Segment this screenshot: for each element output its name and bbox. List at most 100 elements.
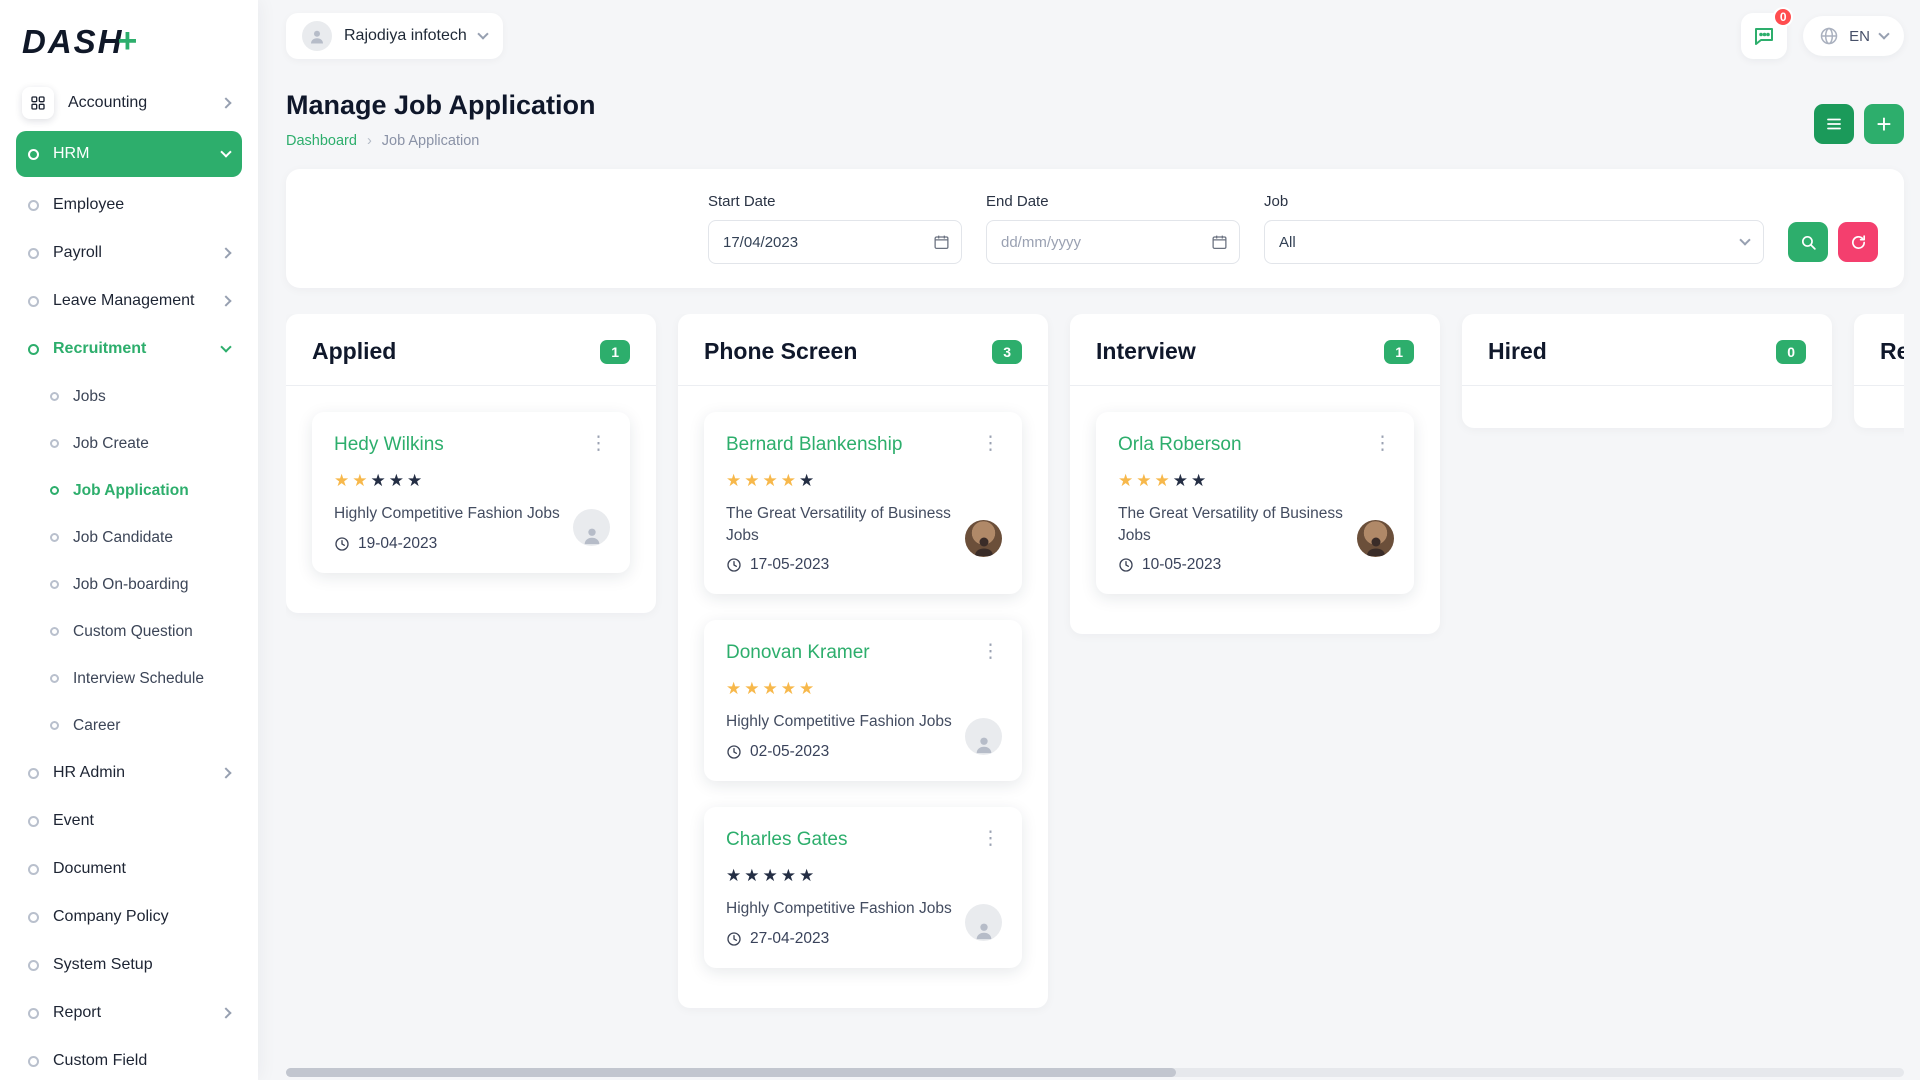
sidebar-item-hr-admin[interactable]: HR Admin — [16, 749, 242, 797]
messages-button[interactable]: 0 — [1741, 13, 1787, 59]
sidebar-item-job-application[interactable]: Job Application — [16, 467, 242, 514]
end-date-input[interactable] — [986, 220, 1240, 264]
chevron-right-icon — [220, 767, 231, 778]
star-empty-icon: ★ — [799, 867, 814, 884]
dot-icon — [50, 721, 59, 730]
star-filled-icon: ★ — [1136, 472, 1151, 489]
add-application-button[interactable]: + — [1864, 104, 1904, 144]
job-title: The Great Versatility of Business Jobs — [726, 503, 953, 546]
sidebar-item-recruitment[interactable]: Recruitment — [16, 325, 242, 373]
sidebar-item-custom-question[interactable]: Custom Question — [16, 608, 242, 655]
sidebar-item-label: System Setup — [53, 956, 230, 974]
calendar-icon[interactable] — [1211, 234, 1228, 251]
application-card[interactable]: Charles Gates ⋮ ★★★★★ Highly Competitive… — [704, 807, 1022, 968]
sidebar-item-payroll[interactable]: Payroll — [16, 229, 242, 277]
avatar-photo — [965, 520, 1002, 557]
sidebar-item-employee[interactable]: Employee — [16, 181, 242, 229]
sidebar-item-label: Jobs — [73, 388, 230, 406]
sidebar-item-label: Job Candidate — [73, 529, 230, 547]
chevron-right-icon — [220, 247, 231, 258]
grid-icon — [22, 87, 54, 119]
application-card[interactable]: Donovan Kramer ⋮ ★★★★★ Highly Competitiv… — [704, 620, 1022, 781]
applicant-name-link[interactable]: Donovan Kramer — [726, 642, 870, 664]
kebab-menu-icon[interactable]: ⋮ — [587, 434, 610, 453]
chevron-down-icon — [477, 28, 488, 39]
applicant-name-link[interactable]: Orla Roberson — [1118, 434, 1242, 456]
column-count-badge: 0 — [1776, 340, 1806, 364]
sidebar-item-career[interactable]: Career — [16, 702, 242, 749]
rating-stars: ★★★★★ — [1118, 472, 1394, 489]
sidebar-item-interview-schedule[interactable]: Interview Schedule — [16, 655, 242, 702]
rating-stars: ★★★★★ — [726, 680, 1002, 697]
sidebar-item-label: Custom Question — [73, 623, 230, 641]
language-selector[interactable]: EN — [1803, 16, 1904, 56]
sidebar-item-document[interactable]: Document — [16, 845, 242, 893]
sidebar-item-accounting[interactable]: Accounting — [16, 79, 242, 127]
sidebar-item-job-create[interactable]: Job Create — [16, 420, 242, 467]
star-filled-icon: ★ — [781, 472, 796, 489]
applicant-name-link[interactable]: Hedy Wilkins — [334, 434, 444, 456]
kebab-menu-icon[interactable]: ⋮ — [1371, 434, 1394, 453]
sidebar-item-system-setup[interactable]: System Setup — [16, 941, 242, 989]
reset-button[interactable] — [1838, 222, 1878, 262]
star-filled-icon: ★ — [744, 472, 759, 489]
breadcrumb-dashboard-link[interactable]: Dashboard — [286, 133, 357, 149]
sidebar: DASH + Accounting HRM Employee Payroll L… — [0, 0, 258, 1080]
job-title: The Great Versatility of Business Jobs — [1118, 503, 1345, 546]
star-filled-icon: ★ — [726, 680, 741, 697]
workspace-selector[interactable]: Rajodiya infotech — [286, 13, 503, 59]
start-date-input[interactable] — [708, 220, 962, 264]
kanban-column-hired: Hired 0 — [1462, 314, 1832, 428]
rating-stars: ★★★★★ — [726, 867, 1002, 884]
sidebar-item-job-candidate[interactable]: Job Candidate — [16, 514, 242, 561]
column-count-badge: 1 — [1384, 340, 1414, 364]
sidebar-item-company-policy[interactable]: Company Policy — [16, 893, 242, 941]
brand-logo: DASH + — [16, 14, 242, 79]
kebab-menu-icon[interactable]: ⋮ — [979, 642, 1002, 661]
star-filled-icon: ★ — [763, 680, 778, 697]
job-select-value: All — [1279, 234, 1296, 251]
sidebar-item-label: Career — [73, 717, 230, 735]
kanban-column-interview: Interview 1 Orla Roberson ⋮ ★★★★★ The Gr… — [1070, 314, 1440, 634]
application-card[interactable]: Hedy Wilkins ⋮ ★★★★★ Highly Competitive … — [312, 412, 630, 573]
sidebar-item-leave-management[interactable]: Leave Management — [16, 277, 242, 325]
star-filled-icon: ★ — [781, 680, 796, 697]
sidebar-item-job-onboarding[interactable]: Job On-boarding — [16, 561, 242, 608]
start-date-label: Start Date — [708, 193, 962, 210]
application-date: 27-04-2023 — [750, 930, 829, 948]
job-title: Highly Competitive Fashion Jobs — [334, 503, 561, 525]
sidebar-item-event[interactable]: Event — [16, 797, 242, 845]
dot-icon — [50, 439, 59, 448]
dot-icon — [28, 296, 39, 307]
applicant-name-link[interactable]: Charles Gates — [726, 829, 847, 851]
sidebar-item-jobs[interactable]: Jobs — [16, 373, 242, 420]
topbar: Rajodiya infotech 0 EN — [286, 0, 1904, 72]
column-title: Applied — [312, 338, 396, 365]
clock-icon — [726, 931, 742, 947]
workspace-avatar — [302, 21, 332, 51]
dot-icon — [28, 912, 39, 923]
job-select[interactable]: All — [1264, 220, 1764, 264]
dot-icon — [28, 248, 39, 259]
kebab-menu-icon[interactable]: ⋮ — [979, 434, 1002, 453]
sidebar-item-label: HR Admin — [53, 764, 208, 782]
application-card[interactable]: Bernard Blankenship ⋮ ★★★★★ The Great Ve… — [704, 412, 1022, 594]
sidebar-item-report[interactable]: Report — [16, 989, 242, 1037]
dot-icon — [50, 580, 59, 589]
kanban-column-phone-screen: Phone Screen 3 Bernard Blankenship ⋮ ★★★… — [678, 314, 1048, 1008]
kebab-menu-icon[interactable]: ⋮ — [979, 829, 1002, 848]
calendar-icon[interactable] — [933, 234, 950, 251]
scrollbar-thumb[interactable] — [286, 1068, 1176, 1077]
application-card[interactable]: Orla Roberson ⋮ ★★★★★ The Great Versatil… — [1096, 412, 1414, 594]
search-button[interactable] — [1788, 222, 1828, 262]
list-icon — [1825, 115, 1843, 133]
column-title: Hired — [1488, 338, 1547, 365]
star-empty-icon: ★ — [371, 472, 386, 489]
clock-icon — [334, 536, 350, 552]
application-date: 10-05-2023 — [1142, 556, 1221, 574]
list-view-button[interactable] — [1814, 104, 1854, 144]
sidebar-item-hrm[interactable]: HRM — [16, 131, 242, 177]
star-empty-icon: ★ — [1191, 472, 1206, 489]
sidebar-item-custom-field[interactable]: Custom Field — [16, 1037, 242, 1080]
applicant-name-link[interactable]: Bernard Blankenship — [726, 434, 902, 456]
